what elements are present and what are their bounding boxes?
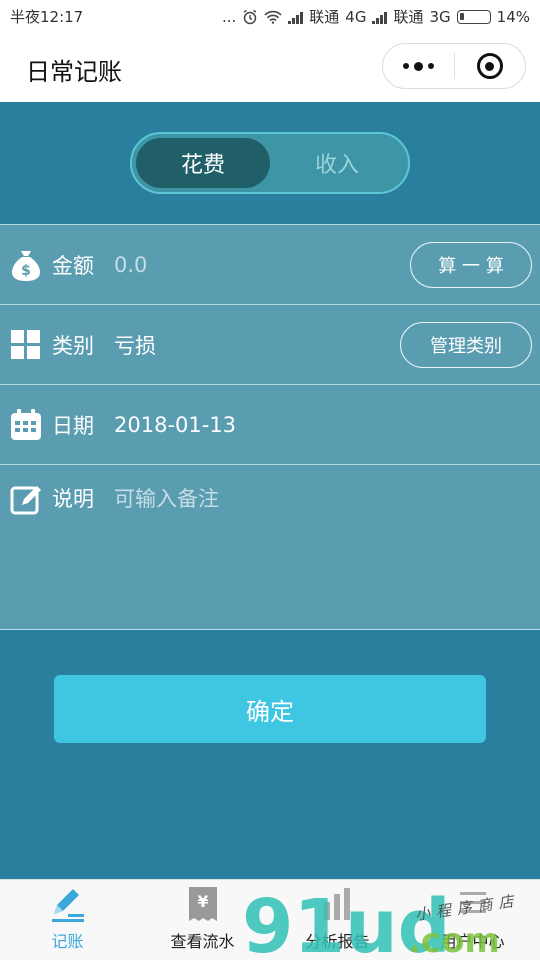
report-icon bbox=[321, 884, 355, 924]
amount-row: $ 金额 0.0 算 一 算 bbox=[0, 224, 540, 304]
calculate-button[interactable]: 算 一 算 bbox=[410, 242, 532, 288]
confirm-button[interactable]: 确定 bbox=[54, 675, 486, 743]
tab-view-records[interactable]: ¥ 查看流水 bbox=[135, 880, 270, 960]
user-icon bbox=[456, 884, 490, 924]
date-label: 日期 bbox=[52, 413, 94, 438]
money-bag-icon: $ bbox=[10, 249, 42, 281]
tab-user-center[interactable]: 用户中心 bbox=[405, 880, 540, 960]
pencil-icon bbox=[48, 884, 88, 924]
date-value[interactable]: 2018-01-13 bbox=[114, 413, 236, 437]
wifi-icon bbox=[264, 10, 282, 24]
signal-icon-1 bbox=[288, 10, 304, 24]
note-input[interactable]: 可输入备注 bbox=[114, 483, 219, 513]
alarm-icon bbox=[243, 9, 257, 24]
tab-bar: 记账 ¥ 查看流水 分析报告 用户中心 bbox=[0, 879, 540, 960]
yen-receipt-icon: ¥ bbox=[186, 884, 220, 924]
battery-percent: 14% bbox=[496, 7, 530, 26]
notification-dots: ... bbox=[221, 7, 237, 26]
edit-icon bbox=[10, 483, 42, 515]
note-row: 说明 可输入备注 bbox=[0, 464, 540, 630]
status-time: 半夜12:17 bbox=[10, 8, 84, 26]
calendar-icon bbox=[10, 408, 42, 441]
tab-label: 查看流水 bbox=[170, 932, 235, 951]
page-title: 日常记账 bbox=[26, 58, 122, 86]
amount-input[interactable]: 0.0 bbox=[114, 253, 147, 277]
status-bar: 半夜12:17 ... 联通 4G 联通 3G 14% bbox=[0, 0, 540, 32]
note-label: 说明 bbox=[52, 487, 94, 511]
target-circle-icon[interactable] bbox=[455, 53, 526, 79]
carrier-1: 联通 bbox=[309, 8, 340, 26]
manage-categories-button[interactable]: 管理类别 bbox=[400, 322, 532, 368]
tab-label: 分析报告 bbox=[305, 932, 370, 951]
network-1: 4G bbox=[345, 7, 367, 26]
tab-label: 用户中心 bbox=[440, 932, 505, 951]
toggle-expense[interactable]: 花费 bbox=[136, 138, 270, 188]
category-value[interactable]: 亏损 bbox=[114, 330, 156, 360]
grid-icon bbox=[10, 329, 42, 361]
entry-form: $ 金额 0.0 算 一 算 类别 亏损 管理类别 日期 2018-01-13 bbox=[0, 224, 540, 630]
tab-analysis[interactable]: 分析报告 bbox=[270, 880, 405, 960]
carrier-2: 联通 bbox=[393, 8, 424, 26]
network-2: 3G bbox=[429, 7, 451, 26]
tab-label: 记账 bbox=[51, 932, 84, 951]
category-row: 类别 亏损 管理类别 bbox=[0, 304, 540, 384]
status-right: ... 联通 4G 联通 3G 14% bbox=[222, 6, 530, 27]
more-dots-icon[interactable] bbox=[383, 61, 454, 71]
signal-icon-2 bbox=[372, 10, 388, 24]
battery-fill bbox=[459, 12, 464, 20]
tab-bookkeeping[interactable]: 记账 bbox=[0, 880, 135, 960]
svg-text:¥: ¥ bbox=[197, 892, 208, 911]
toggle-income[interactable]: 收入 bbox=[270, 138, 404, 188]
amount-label: 金额 bbox=[52, 253, 94, 278]
main-content: 花费 收入 $ 金额 0.0 算 一 算 类别 亏损 管理类别 日期 2018-… bbox=[0, 102, 540, 879]
svg-text:$: $ bbox=[21, 263, 31, 279]
miniprogram-capsule bbox=[382, 43, 526, 89]
category-label: 类别 bbox=[52, 333, 94, 358]
type-toggle: 花费 收入 bbox=[130, 132, 410, 194]
title-bar: 日常记账 bbox=[0, 32, 540, 102]
date-row: 日期 2018-01-13 bbox=[0, 384, 540, 464]
battery-icon bbox=[456, 9, 491, 24]
